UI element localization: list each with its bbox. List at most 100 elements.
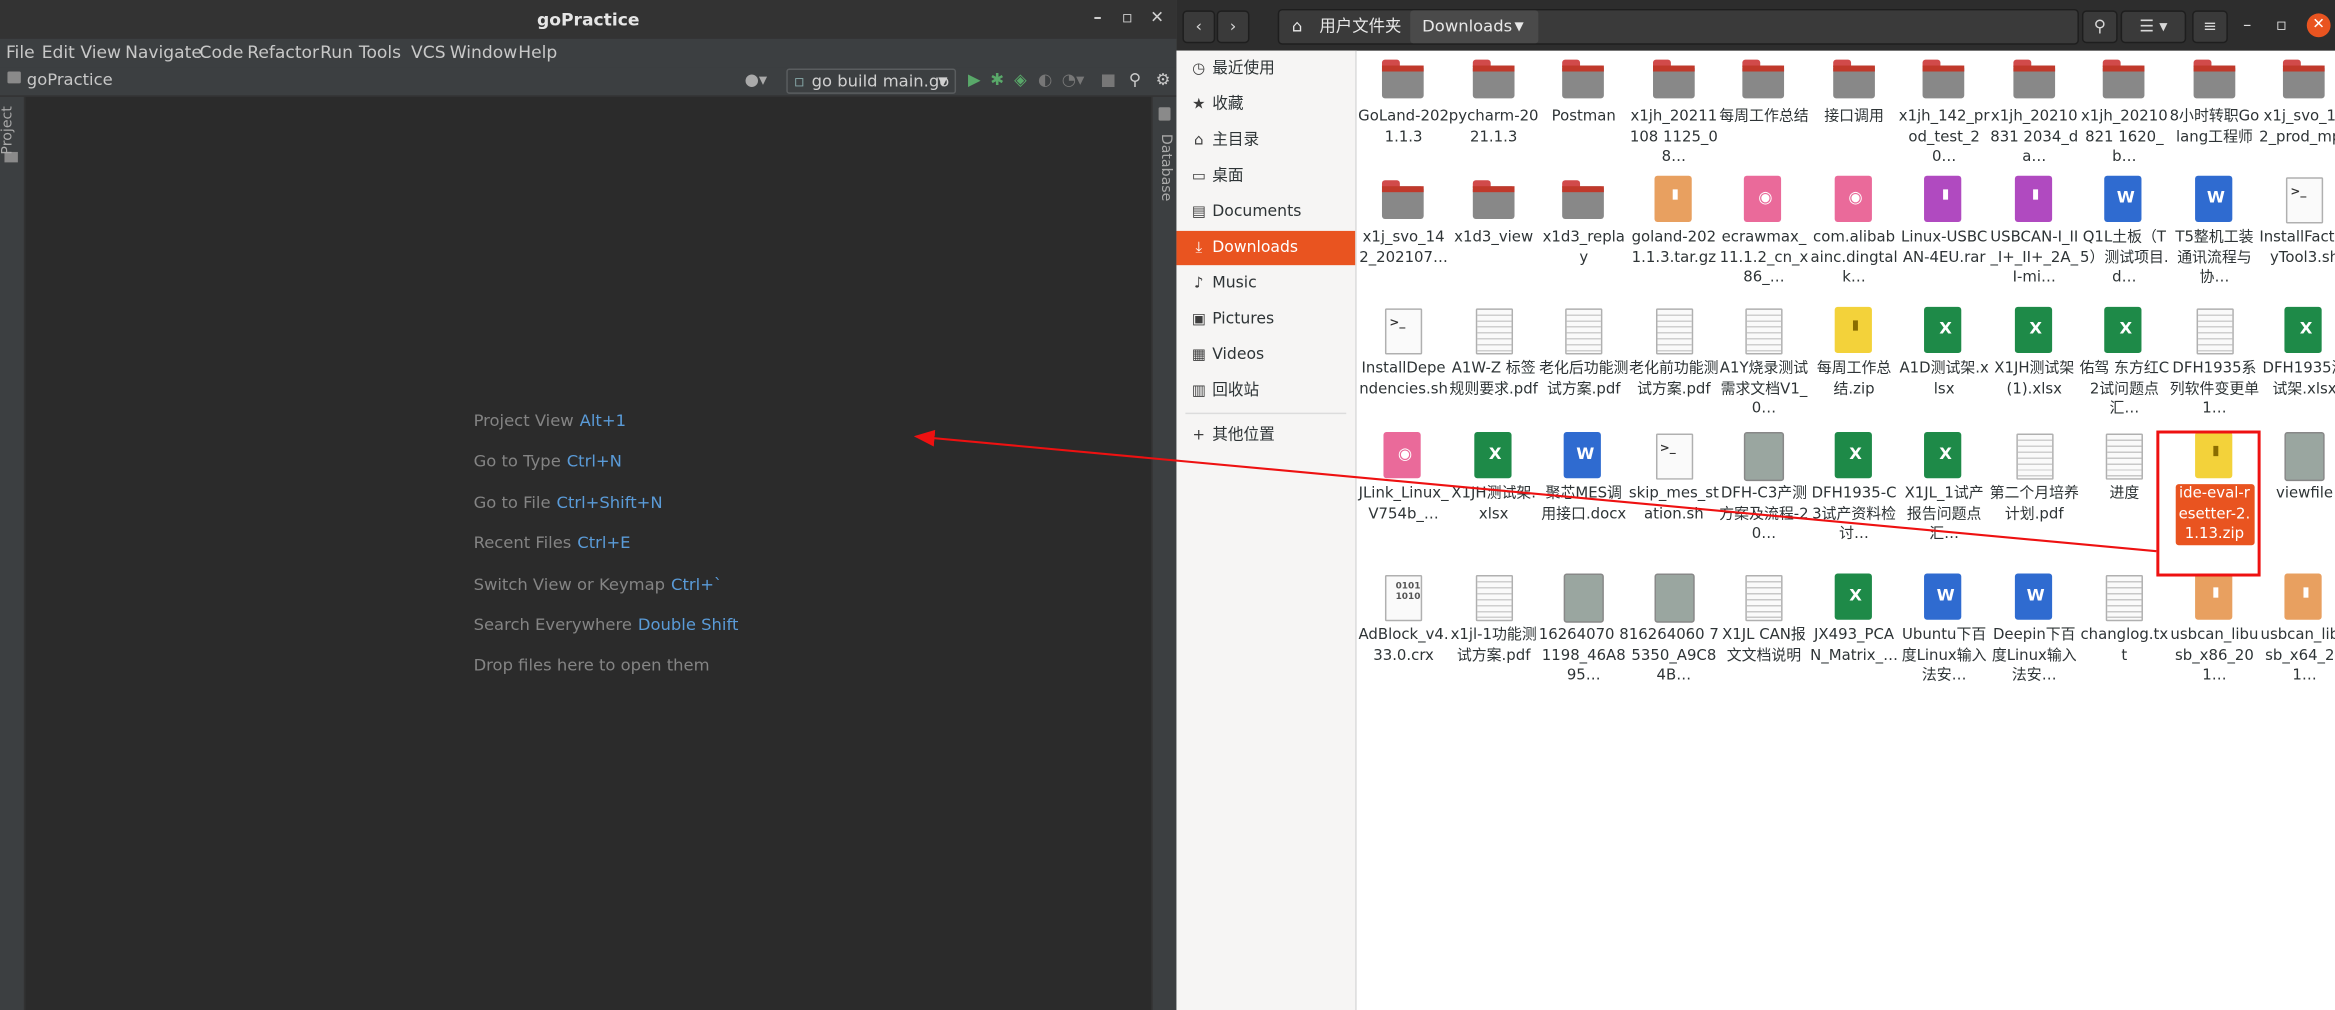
sidebar-item-documents[interactable]: ▤ Documents: [1176, 195, 1355, 229]
file-name: com.alibabainc.dingtalk…: [1810, 229, 1898, 287]
file-name: x1j_svo_142_202107…: [1359, 229, 1448, 266]
hint-recent-files: Recent Files Ctrl+E: [473, 533, 631, 553]
database-tool-button[interactable]: Database: [1157, 134, 1173, 202]
archive-file-icon: ▮: [1651, 174, 1696, 225]
text-file-icon: [2101, 431, 2146, 482]
user-icon[interactable]: ●▾: [745, 70, 768, 91]
menu-vcs[interactable]: VCS: [411, 42, 446, 63]
minimize-icon[interactable]: –: [2235, 13, 2259, 37]
gear-icon[interactable]: ⚙: [1156, 70, 1171, 91]
file-name: Deepin下百度Linux输入法安…: [1991, 627, 2077, 684]
file-name: x1jh_20210821 1620_b…: [2080, 108, 2168, 166]
file-name: 聚芯MES调用接口.docx: [1541, 485, 1627, 523]
file-name: T5整机工装通讯流程与协…: [2175, 229, 2254, 287]
folder-icon: [1380, 174, 1425, 225]
file-name: usbcan_libusb_x64_201…: [2260, 627, 2335, 684]
text-file-icon: [2101, 572, 2146, 623]
file-name: X1JL_1试产报告问题点汇…: [1904, 485, 1984, 543]
image-file-icon: [1561, 572, 1606, 623]
file-name: AdBlock_v4.33.0.crx: [1358, 627, 1449, 664]
back-button[interactable]: ‹: [1182, 10, 1216, 44]
project-tool-button[interactable]: Project: [0, 106, 16, 154]
script-file-icon: >_: [2281, 174, 2326, 225]
close-icon[interactable]: ✕: [1145, 6, 1169, 30]
file-name: 老化前功能测试方案.pdf: [1629, 360, 1719, 398]
sidebar-item-home[interactable]: ⌂ 主目录: [1176, 124, 1355, 158]
crumb-downloads-label: Downloads: [1422, 16, 1513, 36]
menu-code[interactable]: Code: [200, 42, 244, 63]
menu-tools[interactable]: Tools: [359, 42, 401, 63]
maximize-icon[interactable]: ▫: [1115, 6, 1139, 30]
menu-edit[interactable]: Edit: [42, 42, 75, 63]
sidebar-item-other-locations[interactable]: + 其他位置: [1176, 419, 1355, 453]
search-button[interactable]: ⚲: [2081, 10, 2118, 44]
attach-icon[interactable]: ◔▾: [1062, 70, 1085, 91]
download-icon: ⤓: [1195, 239, 1203, 257]
run-icon[interactable]: ▶: [968, 70, 981, 91]
menu-run[interactable]: Run: [320, 42, 353, 63]
menu-view[interactable]: View: [80, 42, 121, 63]
minimize-icon[interactable]: –: [1086, 6, 1110, 30]
excel-file-icon: X: [1831, 572, 1876, 623]
crumb-home-folder[interactable]: 用户文件夹: [1312, 10, 1409, 43]
sidebar-item-desktop[interactable]: ▭ 桌面: [1176, 159, 1355, 193]
excel-file-icon: X: [2101, 305, 2146, 356]
home-icon: ⌂: [1194, 132, 1204, 149]
view-options-button[interactable]: ☰ ▾: [2120, 10, 2187, 44]
sidebar-item-music[interactable]: ♪ Music: [1176, 267, 1355, 301]
folder-icon: [1471, 174, 1516, 225]
database-tool-icon: [1158, 107, 1171, 121]
image-file-icon: [1741, 431, 1786, 482]
folder-icon: [1741, 54, 1786, 105]
files-window: ‹ › ⌂ 用户文件夹 Downloads ▼ ⚲ ☰ ▾ ≡ – ▫ ✕ ◷ 最…: [1176, 0, 2335, 1010]
file-name: Postman: [1551, 108, 1616, 126]
file-name: 每周工作总结: [1719, 108, 1809, 126]
folder-icon: [1561, 54, 1606, 105]
sidebar-item-recent[interactable]: ◷ 最近使用: [1176, 52, 1355, 86]
search-icon[interactable]: ⚲: [1129, 70, 1141, 91]
word-file-icon: W: [2191, 174, 2236, 225]
forward-button[interactable]: ›: [1216, 10, 1250, 44]
file-name: x1jh_142_prod_test_20…: [1898, 108, 1990, 166]
file-name: X1JL CAN报文文档说明: [1722, 627, 1806, 664]
plus-icon: +: [1192, 427, 1206, 444]
breadcrumb-project[interactable]: goPractice: [27, 70, 113, 89]
sidebar-item-starred[interactable]: ★ 收藏: [1176, 88, 1355, 122]
hint-go-to-file: Go to File Ctrl+Shift+N: [473, 493, 663, 513]
path-bar: ⌂ 用户文件夹 Downloads ▼: [1277, 8, 2079, 45]
menu-help[interactable]: Help: [518, 42, 557, 63]
stop-icon[interactable]: ■: [1101, 70, 1116, 91]
home-icon[interactable]: ⌂: [1288, 10, 1306, 43]
folder-icon: [1561, 174, 1606, 225]
file-name: changlog.txt: [2080, 627, 2169, 664]
file-name: A1Y烧录测试需求文档V1_0…: [1719, 360, 1809, 418]
crumb-downloads[interactable]: Downloads ▼: [1410, 10, 1539, 44]
coverage-icon[interactable]: ◈: [1014, 70, 1027, 91]
menu-button[interactable]: ≡: [2192, 10, 2228, 44]
file-name: DFH1935-C3试产资料检讨…: [1811, 485, 1897, 543]
pdf-file-icon: [2011, 431, 2056, 482]
ide-title-bar: goPractice – ▫ ✕: [0, 0, 1177, 39]
binary-file-icon: 0101 1010: [1380, 572, 1425, 623]
excel-file-icon: X: [2011, 305, 2056, 356]
image-file-icon: [2281, 431, 2326, 482]
close-icon[interactable]: ✕: [2306, 13, 2331, 38]
pdf-file-icon: [1471, 572, 1516, 623]
sidebar-item-trash[interactable]: ▥ 回收站: [1176, 374, 1355, 408]
excel-file-icon: X: [2281, 305, 2326, 356]
menu-navigate[interactable]: Navigate: [125, 42, 202, 63]
file-name: JLink_Linux_V754b_…: [1358, 485, 1449, 523]
sidebar-item-downloads[interactable]: ⤓ Downloads: [1176, 230, 1356, 266]
sidebar-item-pictures[interactable]: ▣ Pictures: [1176, 302, 1355, 336]
sidebar-item-videos[interactable]: ▦ Videos: [1176, 338, 1355, 372]
folder-icon: [1831, 54, 1876, 105]
menu-refactor[interactable]: Refactor: [247, 42, 319, 63]
maximize-icon[interactable]: ▫: [2270, 13, 2294, 37]
left-tool-window-bar: Project: [0, 96, 26, 1010]
run-configuration-dropdown[interactable]: ▫ go build main.go ▼: [786, 68, 957, 94]
menu-file[interactable]: File: [6, 42, 35, 63]
file-name: viewfile: [2276, 485, 2334, 503]
debug-icon[interactable]: ✱: [990, 70, 1004, 91]
menu-window[interactable]: Window: [450, 42, 518, 63]
profile-icon[interactable]: ◐: [1038, 70, 1052, 91]
